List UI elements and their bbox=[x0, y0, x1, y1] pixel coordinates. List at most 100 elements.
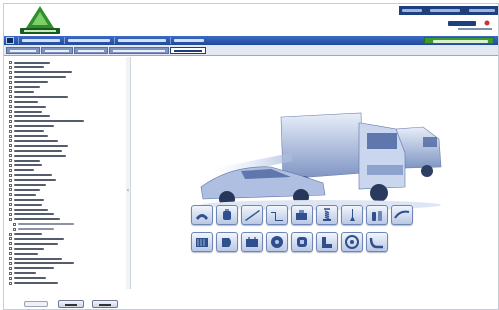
expand-toggle-icon[interactable] bbox=[9, 193, 12, 197]
tree-item-label bbox=[14, 179, 56, 182]
expand-toggle-icon[interactable] bbox=[9, 144, 12, 148]
parts-category-grid bbox=[191, 205, 451, 275]
collapse-arrow-icon[interactable]: ‹ bbox=[126, 187, 130, 195]
category-tile[interactable] bbox=[241, 205, 263, 225]
expand-toggle-icon[interactable] bbox=[9, 247, 12, 251]
tab-2[interactable] bbox=[41, 47, 73, 54]
expand-toggle-icon[interactable] bbox=[9, 129, 12, 133]
expand-toggle-icon[interactable] bbox=[9, 178, 12, 182]
expand-toggle-icon[interactable] bbox=[9, 85, 12, 89]
footer-button-2[interactable] bbox=[92, 300, 118, 308]
expand-toggle-icon[interactable] bbox=[9, 70, 12, 74]
tree-item[interactable] bbox=[9, 281, 58, 286]
expand-toggle-icon[interactable] bbox=[9, 163, 12, 167]
expand-toggle-icon[interactable] bbox=[9, 90, 12, 94]
expand-toggle-icon[interactable] bbox=[9, 154, 12, 158]
expand-toggle-icon[interactable] bbox=[9, 95, 12, 99]
expand-toggle-icon[interactable] bbox=[9, 110, 12, 113]
expand-toggle-icon[interactable] bbox=[9, 232, 12, 236]
expand-toggle-icon[interactable] bbox=[9, 208, 12, 211]
tab-active[interactable] bbox=[170, 47, 206, 54]
home-icon[interactable] bbox=[6, 37, 14, 44]
bottle-icon bbox=[372, 211, 382, 221]
top-link-2[interactable] bbox=[430, 9, 461, 12]
category-tile[interactable] bbox=[216, 232, 238, 252]
category-tile[interactable] bbox=[341, 232, 363, 252]
expand-toggle-icon[interactable] bbox=[9, 80, 12, 84]
expand-toggle-icon[interactable] bbox=[9, 217, 12, 221]
expand-toggle-icon[interactable] bbox=[9, 183, 12, 187]
category-tile[interactable] bbox=[316, 232, 338, 252]
tab-4[interactable] bbox=[109, 47, 169, 54]
expand-toggle-icon[interactable] bbox=[9, 100, 12, 104]
expand-toggle-icon[interactable] bbox=[9, 134, 12, 138]
expand-toggle-icon[interactable] bbox=[9, 105, 12, 109]
expand-toggle-icon[interactable] bbox=[9, 139, 12, 143]
tree-item-label bbox=[14, 71, 72, 74]
tree-item-label bbox=[14, 247, 44, 250]
category-tile[interactable] bbox=[191, 205, 213, 225]
expand-toggle-icon[interactable] bbox=[9, 124, 12, 128]
expand-toggle-icon[interactable] bbox=[9, 149, 12, 153]
category-tile[interactable] bbox=[241, 232, 263, 252]
expand-toggle-icon[interactable] bbox=[9, 75, 12, 79]
expand-toggle-icon[interactable] bbox=[9, 271, 12, 275]
tree-item-label bbox=[14, 154, 66, 157]
expand-toggle-icon[interactable] bbox=[9, 261, 12, 265]
expand-toggle-icon[interactable] bbox=[9, 266, 12, 270]
tree-item-label bbox=[14, 90, 34, 93]
category-tile[interactable] bbox=[266, 232, 288, 252]
tab-label bbox=[174, 50, 202, 52]
expand-toggle-icon[interactable] bbox=[9, 242, 12, 246]
menu-separator bbox=[114, 37, 115, 44]
category-tile[interactable] bbox=[366, 232, 388, 252]
top-link-3[interactable] bbox=[468, 9, 495, 12]
menu-item-1[interactable] bbox=[22, 39, 60, 42]
expand-toggle-icon[interactable] bbox=[9, 212, 12, 216]
expand-toggle-icon[interactable] bbox=[9, 159, 12, 162]
expand-toggle-icon[interactable] bbox=[9, 281, 12, 285]
expand-toggle-icon[interactable] bbox=[9, 203, 12, 207]
top-link-1[interactable] bbox=[402, 9, 423, 12]
expand-toggle-icon[interactable] bbox=[9, 65, 12, 69]
expand-toggle-icon[interactable] bbox=[9, 188, 12, 192]
menu-separator bbox=[64, 37, 65, 44]
category-tile[interactable] bbox=[291, 205, 313, 225]
footer-button-1[interactable] bbox=[58, 300, 84, 308]
company-logo[interactable] bbox=[14, 6, 66, 38]
expand-toggle-icon[interactable] bbox=[13, 227, 16, 231]
menu-item-4[interactable] bbox=[174, 39, 204, 42]
sidebar-footer bbox=[6, 290, 130, 309]
expand-toggle-icon[interactable] bbox=[9, 168, 12, 172]
expand-toggle-icon[interactable] bbox=[9, 114, 12, 118]
tree-item-label bbox=[14, 282, 58, 284]
tree-item-label bbox=[14, 277, 46, 280]
menu-item-2[interactable] bbox=[68, 39, 110, 42]
category-tile[interactable] bbox=[291, 232, 313, 252]
category-tile[interactable] bbox=[266, 205, 288, 225]
green-action-button[interactable] bbox=[424, 37, 494, 44]
tree-item-label bbox=[14, 164, 42, 167]
category-tile[interactable] bbox=[341, 205, 363, 225]
category-tile[interactable] bbox=[391, 205, 413, 225]
menu-item-3[interactable] bbox=[118, 39, 166, 42]
expand-toggle-icon[interactable] bbox=[9, 257, 12, 260]
tab-1[interactable] bbox=[6, 47, 40, 54]
expand-toggle-icon[interactable] bbox=[9, 173, 12, 177]
tree-item-label bbox=[14, 110, 42, 113]
fuel-filter-icon bbox=[297, 237, 307, 247]
expand-toggle-icon[interactable] bbox=[9, 198, 12, 202]
expand-toggle-icon[interactable] bbox=[9, 252, 12, 256]
category-tile[interactable] bbox=[216, 205, 238, 225]
expand-toggle-icon[interactable] bbox=[9, 119, 12, 123]
category-tile[interactable] bbox=[191, 232, 213, 252]
search-input[interactable] bbox=[24, 301, 48, 307]
category-tile[interactable] bbox=[366, 205, 388, 225]
lamp-icon bbox=[222, 238, 231, 247]
expand-toggle-icon[interactable] bbox=[9, 276, 12, 280]
expand-toggle-icon[interactable] bbox=[9, 61, 12, 64]
expand-toggle-icon[interactable] bbox=[13, 222, 16, 226]
expand-toggle-icon[interactable] bbox=[9, 237, 12, 241]
tab-3[interactable] bbox=[74, 47, 108, 54]
category-tile[interactable] bbox=[316, 205, 338, 225]
